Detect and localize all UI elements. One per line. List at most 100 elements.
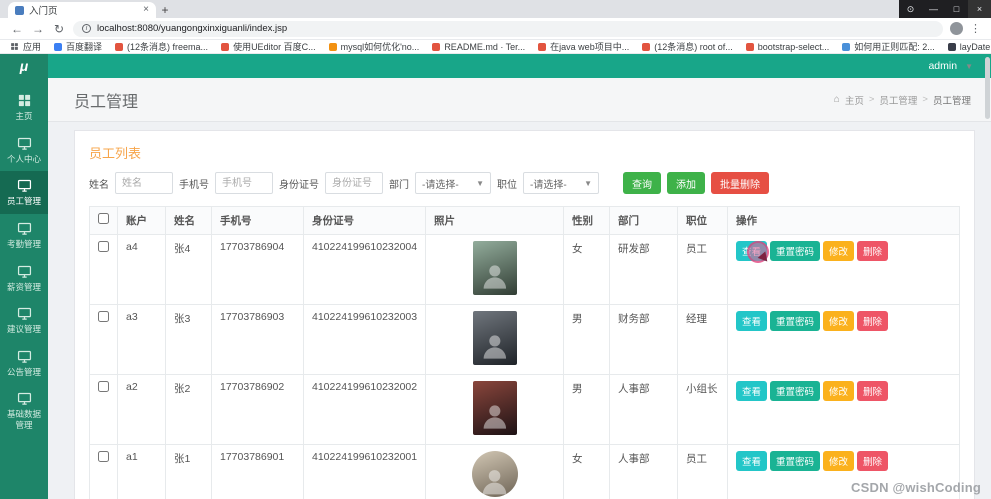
column-header: 身份证号 (303, 206, 426, 235)
phone-filter-input[interactable] (215, 172, 273, 194)
delete-button[interactable]: 删除 (857, 381, 889, 401)
column-header: 性别 (563, 206, 610, 235)
reset-button[interactable]: 重置密码 (770, 311, 821, 331)
scrollbar[interactable] (985, 57, 990, 119)
cell-name: 张4 (165, 234, 212, 305)
bookmark-label: 在java web项目中... (550, 42, 630, 52)
delete-button[interactable]: 删除 (857, 241, 889, 261)
cell-phone: 17703786901 (211, 444, 304, 499)
bookmark-item[interactable]: 如何用正则匹配: 2... (842, 40, 935, 53)
name-filter-input[interactable] (115, 172, 173, 194)
reset-button[interactable]: 重置密码 (770, 381, 821, 401)
delete-button[interactable]: 删除 (857, 451, 889, 471)
bookmark-item[interactable]: 应用 (10, 40, 41, 53)
refresh-icon[interactable]: ↻ (52, 23, 66, 35)
browser-tab[interactable]: 入门页 × (8, 2, 156, 18)
sidebar-item-home[interactable]: 主页 (0, 86, 48, 129)
cell-name: 张3 (165, 304, 212, 375)
site-info-icon[interactable]: i (82, 24, 91, 33)
forward-icon[interactable]: → (31, 23, 45, 35)
cell-id_card: 410224199610232001 (303, 444, 426, 499)
cell-gender: 女 (563, 444, 610, 499)
bookmark-item[interactable]: mysql如何优化'no... (328, 40, 419, 53)
sidebar-item-attendance[interactable]: 考勤管理 (0, 214, 48, 257)
home-icon: ⌂ (833, 94, 840, 105)
app-logo: μ (19, 58, 29, 74)
row-checkbox[interactable] (98, 381, 109, 392)
employee-photo (472, 241, 517, 295)
address-bar[interactable]: i localhost:8080/yuangongxinxiguanli/ind… (73, 20, 943, 37)
edit-button[interactable]: 修改 (823, 311, 855, 331)
bookmark-label: (12条消息) freema... (127, 42, 209, 52)
dept-select-value: -请选择- (422, 179, 459, 191)
cell-phone: 17703786903 (211, 304, 304, 375)
breadcrumb-separator: > (868, 94, 875, 105)
user-menu[interactable]: admin (928, 60, 957, 72)
breadcrumb-item[interactable]: 员工管理 (879, 93, 917, 107)
bookmark-item[interactable]: layDate - 日期与时... (947, 40, 991, 53)
breadcrumb-item[interactable]: 主页 (845, 93, 864, 107)
row-checkbox[interactable] (98, 451, 109, 462)
close-button[interactable]: × (968, 0, 991, 18)
sidebar-item-salary[interactable]: 薪资管理 (0, 257, 48, 300)
edit-button[interactable]: 修改 (823, 381, 855, 401)
bookmark-item[interactable]: 百度翻译 (54, 40, 102, 53)
sidebar-item-label: 个人中心 (6, 153, 41, 164)
column-header: 照片 (425, 206, 564, 235)
post-select[interactable]: -请选择- ▼ (523, 172, 599, 194)
idcard-filter-input[interactable] (325, 172, 383, 194)
favicon-icon (221, 42, 230, 51)
cell-dept: 人事部 (609, 444, 678, 499)
reset-button[interactable]: 重置密码 (770, 451, 821, 471)
view-button[interactable]: 查看 (736, 451, 768, 471)
edit-button[interactable]: 修改 (823, 241, 855, 261)
bookmark-item[interactable]: 使用UEditor 百度C... (221, 40, 316, 53)
apps-icon (10, 42, 19, 51)
select-all-checkbox[interactable] (98, 213, 109, 224)
minimize-button[interactable]: — (922, 0, 945, 18)
add-button[interactable]: 添加 (667, 172, 705, 194)
browser-menu-icon[interactable]: ⋮ (970, 22, 981, 35)
batch-delete-button[interactable]: 批量删除 (711, 172, 769, 194)
back-icon[interactable]: ← (10, 23, 24, 35)
maximize-button[interactable]: □ (945, 0, 968, 18)
bookmark-label: 如何用正则匹配: 2... (854, 42, 935, 52)
content-area: 员工列表 姓名 手机号 身份证号 部门 -请选择- ▼ 职位 (48, 122, 991, 499)
cell-account: a2 (117, 374, 166, 445)
reset-button[interactable]: 重置密码 (770, 241, 821, 261)
new-tab-button[interactable]: + (156, 2, 174, 18)
tab-close-icon[interactable]: × (143, 5, 149, 15)
search-button[interactable]: 查询 (623, 172, 661, 194)
sidebar-item-basicdata[interactable]: 基础数据管理 (0, 384, 48, 437)
sidebar: μ 主页个人中心员工管理 考勤管理 薪资管理 建议管理 公告管理 基础数据管理 (0, 54, 48, 499)
row-checkbox[interactable] (98, 241, 109, 252)
bookmark-item[interactable]: (12条消息) freema... (115, 40, 208, 53)
cell-id_card: 410224199610232002 (303, 374, 426, 445)
bookmark-item[interactable]: README.md · Ter... (432, 42, 525, 52)
breadcrumb-item[interactable]: 员工管理 (933, 93, 971, 107)
sidebar-item-notice[interactable]: 公告管理 (0, 342, 48, 385)
bookmark-item[interactable]: 在java web项目中... (538, 40, 629, 53)
bookmark-item[interactable]: bootstrap-select... (745, 42, 829, 52)
sidebar-item-suggestion[interactable]: 建议管理 (0, 299, 48, 342)
view-button[interactable]: 查看 (736, 311, 768, 331)
edit-button[interactable]: 修改 (823, 451, 855, 471)
view-button[interactable]: 查看 (736, 381, 768, 401)
row-checkbox[interactable] (98, 311, 109, 322)
profile-avatar[interactable] (950, 22, 963, 35)
monitor-icon (17, 264, 32, 279)
record-icon[interactable]: ⊙ (899, 0, 922, 18)
monitor-icon (17, 391, 32, 406)
cell-post: 员工 (677, 444, 728, 499)
monitor-icon (17, 178, 32, 193)
sidebar-item-employee[interactable]: 员工管理 (0, 171, 48, 214)
table-row: a4张417703786904410224199610232004女研发部员工查… (89, 234, 960, 305)
idcard-filter-label: 身份证号 (279, 179, 319, 191)
delete-button[interactable]: 删除 (857, 311, 889, 331)
dept-select[interactable]: -请选择- ▼ (415, 172, 491, 194)
employee-photo (472, 381, 517, 435)
monitor-icon (17, 136, 32, 151)
bookmarks-bar: 应用 百度翻译 (12条消息) freema... 使用UEditor 百度C... m… (0, 40, 991, 54)
sidebar-item-profile[interactable]: 个人中心 (0, 129, 48, 172)
bookmark-item[interactable]: (12条消息) root of... (642, 40, 733, 53)
